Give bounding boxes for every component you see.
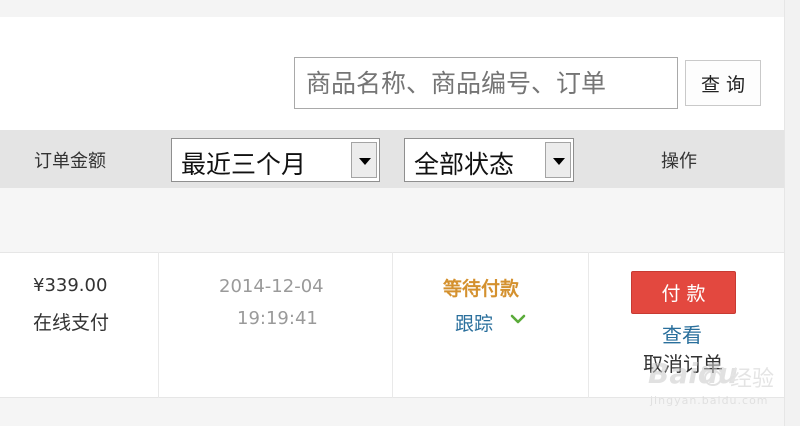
dropdown-arrow-icon[interactable]	[351, 142, 377, 178]
order-date: 2014-12-04	[219, 276, 324, 297]
order-status-value: 全部状态	[414, 150, 515, 179]
top-background-band	[0, 0, 800, 17]
pay-button[interactable]: 付款	[631, 271, 736, 314]
search-button[interactable]: 查询	[685, 60, 761, 106]
order-status-select[interactable]: 全部状态	[404, 138, 574, 182]
baidu-paw-icon	[702, 362, 725, 386]
baidu-jingyan-watermark: Baidu 经验 jingyan.baidu.com	[644, 357, 800, 426]
order-time: 19:19:41	[237, 308, 318, 329]
payment-method: 在线支付	[33, 312, 110, 334]
date-range-value: 最近三个月	[181, 150, 307, 179]
header-operations: 操作	[661, 151, 697, 172]
dropdown-arrow-icon[interactable]	[545, 142, 571, 178]
chevron-down-icon[interactable]	[509, 313, 527, 325]
view-order-link[interactable]: 查看	[662, 319, 702, 348]
order-search-input[interactable]	[294, 57, 678, 109]
order-status-badge: 等待付款	[443, 278, 520, 300]
header-order-amount: 订单金额	[34, 151, 106, 172]
order-amount: ¥339.00	[33, 275, 108, 296]
watermark-site: 经验	[730, 367, 775, 392]
watermark-url: jingyan.baidu.com	[650, 394, 769, 407]
date-range-select[interactable]: 最近三个月	[171, 138, 380, 182]
column-divider	[588, 252, 589, 398]
table-spacer-row	[0, 188, 784, 252]
column-divider	[392, 252, 393, 398]
track-link[interactable]: 跟踪	[455, 309, 493, 336]
column-divider	[158, 252, 159, 398]
